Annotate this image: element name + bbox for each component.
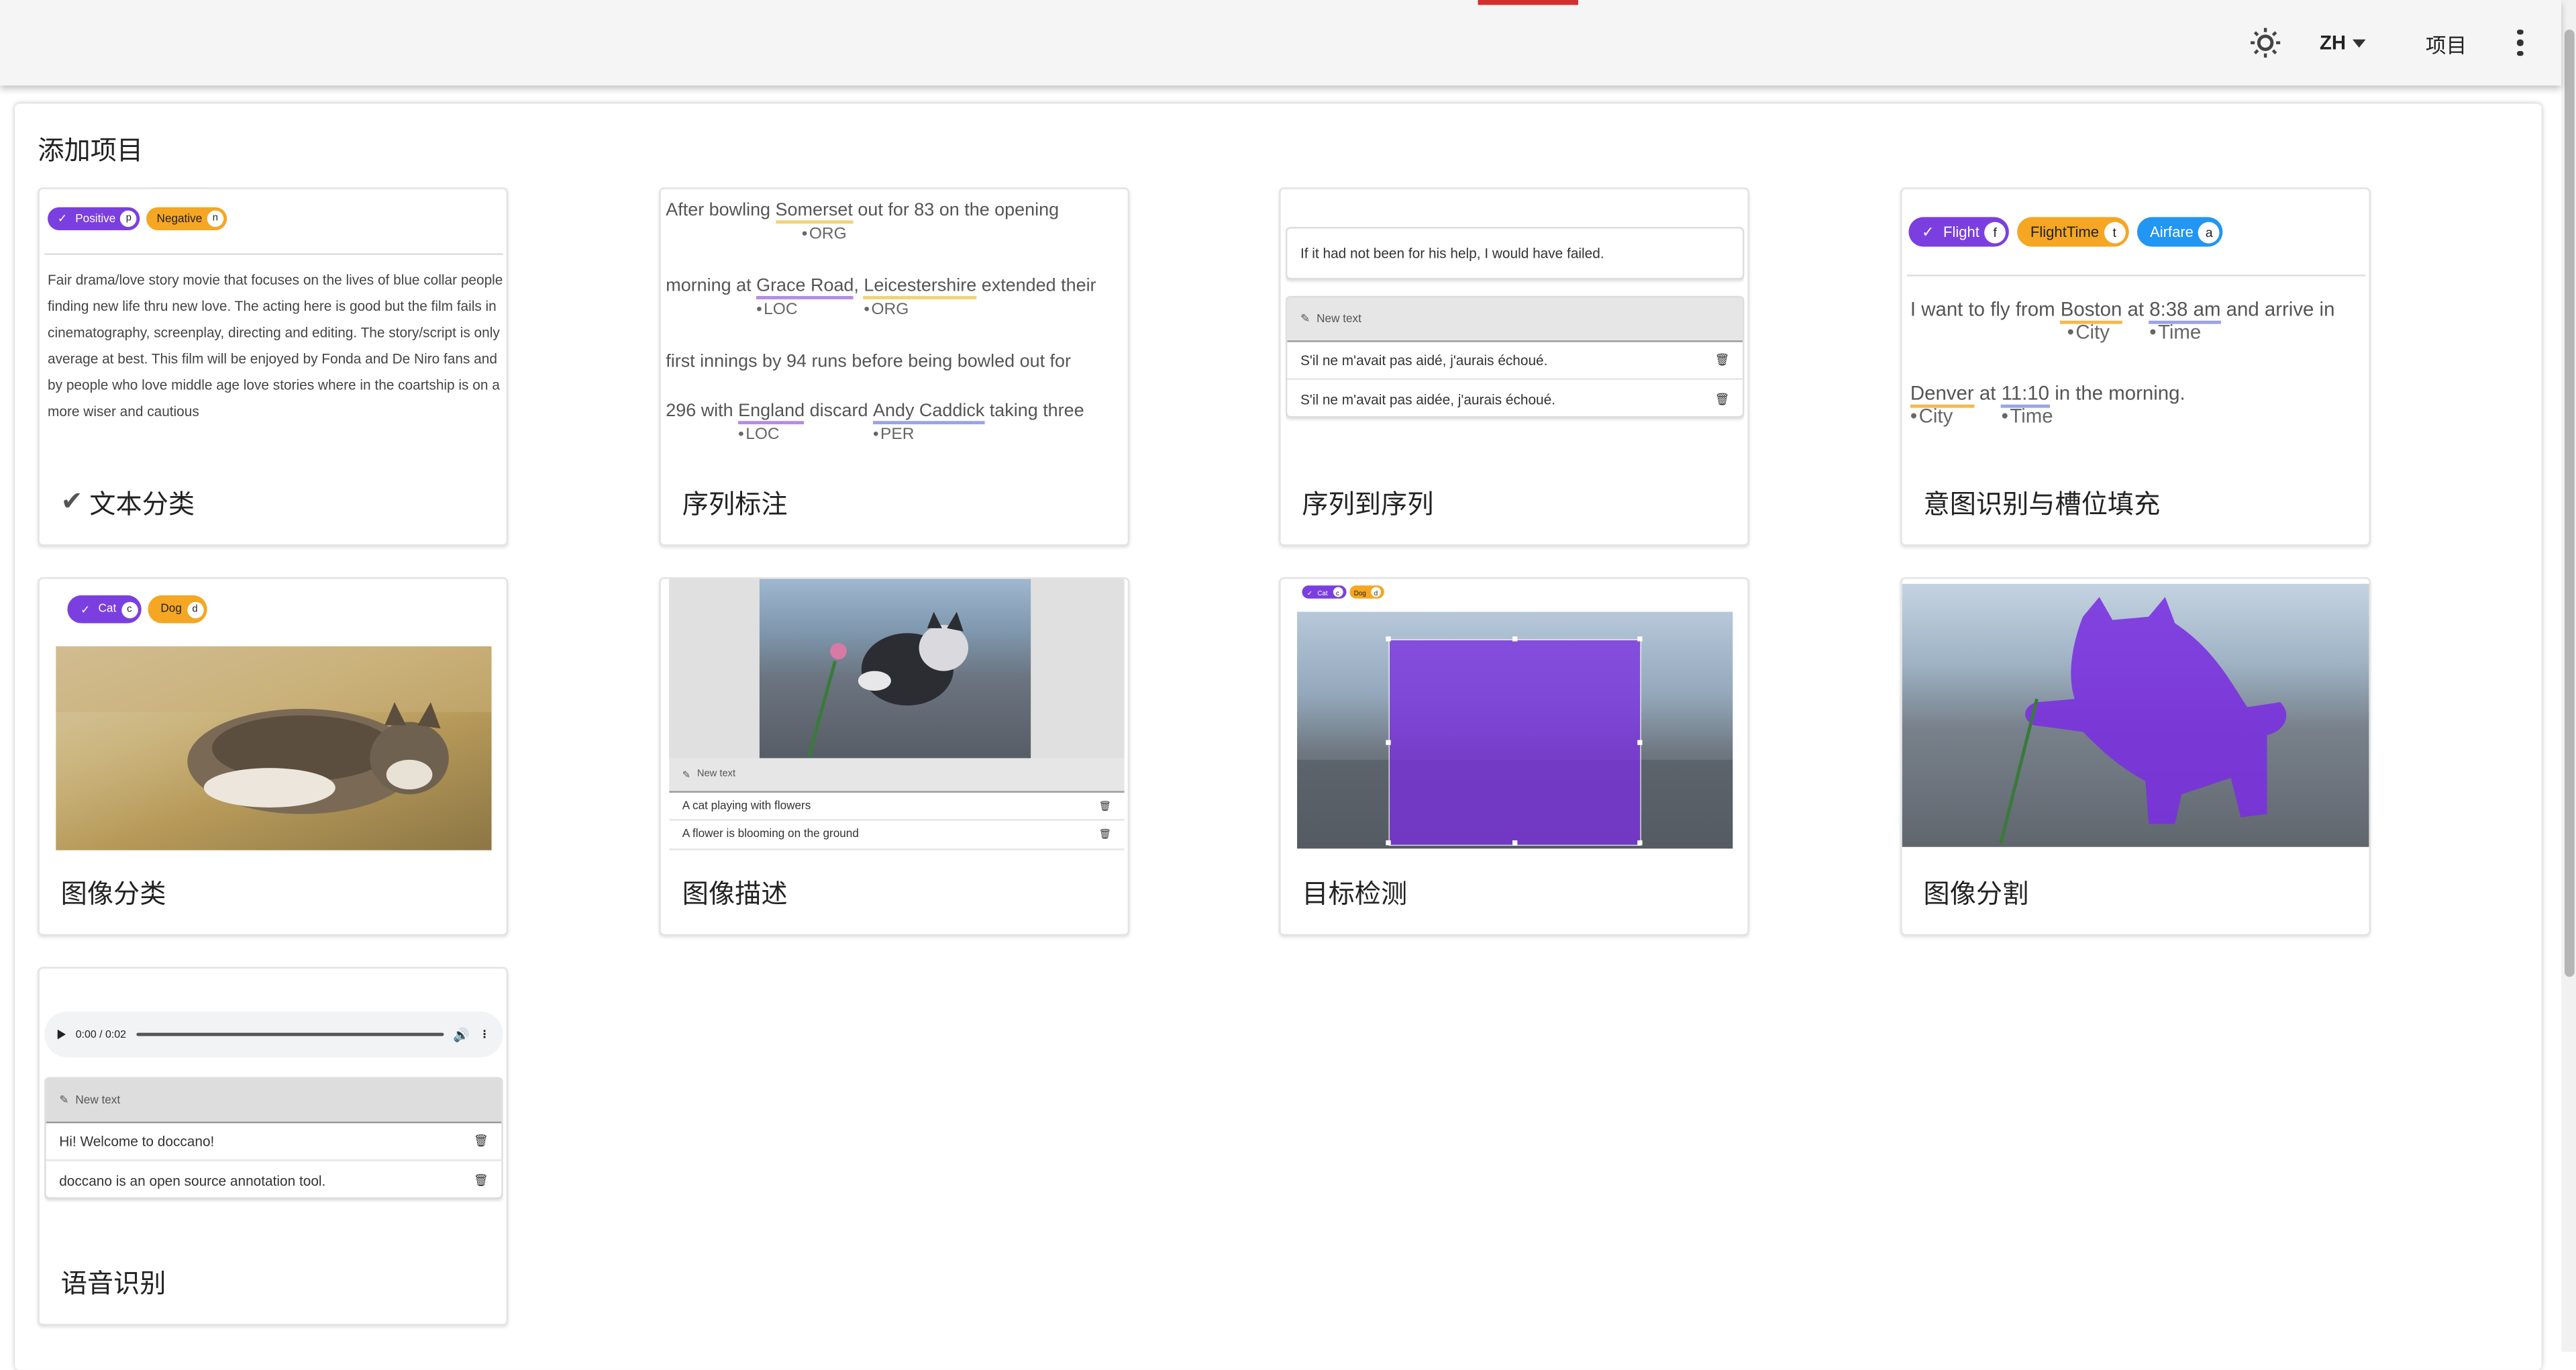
audio-player[interactable]: 0:00 / 0:02 🔊 ⋮ xyxy=(44,1011,503,1058)
project-type-card-image-classification[interactable]: ✓ Cat c Dog d 图像分类 xyxy=(38,577,509,936)
list-item: doccano is an open source annotation too… xyxy=(46,1161,502,1197)
delete-icon[interactable]: 🗑 xyxy=(474,1135,488,1148)
more-vert-icon[interactable]: ⋮ xyxy=(479,1028,490,1041)
pencil-icon: ✎ xyxy=(1300,313,1310,326)
label-chip-dog: Dog d xyxy=(147,595,207,624)
label-chip-cat: ✓ Cat c xyxy=(67,595,142,624)
preview-image-classification: ✓ Cat c Dog d xyxy=(44,579,503,855)
label-chip-positive: ✓ Positive p xyxy=(48,207,141,230)
delete-icon[interactable]: 🗑 xyxy=(1715,354,1730,366)
label-chip-dog: Dog d xyxy=(1349,585,1384,599)
card-label: 意图识别与槽位填充 xyxy=(1923,491,2161,520)
pencil-icon: ✎ xyxy=(59,1095,69,1107)
list-item: A flower is blooming on the ground 🗑 xyxy=(669,821,1125,850)
language-label: ZH xyxy=(2319,31,2347,54)
projects-button[interactable]: 项目 xyxy=(2417,19,2476,66)
preview-image-segmentation xyxy=(1902,579,2369,855)
scrollbar-thumb[interactable] xyxy=(2565,30,2575,977)
list-item: A cat playing with flowers 🗑 xyxy=(669,791,1125,821)
card-label: ✔ 文本分类 xyxy=(61,482,195,522)
kitten-flower-photo xyxy=(759,579,1031,759)
new-text-field[interactable]: ✎ New text xyxy=(1287,297,1743,341)
preview-intent-slot: ✓ Flight f FlightTime t Airfare a I want to… xyxy=(1907,189,2366,466)
caret-down-icon xyxy=(2352,38,2366,47)
project-type-card-image-captioning[interactable]: ✎ New text A cat playing with flowers 🗑 A … xyxy=(659,577,1130,936)
list-item: S'il ne m'avait pas aidé, j'aurais échou… xyxy=(1287,340,1743,380)
active-tab-indicator xyxy=(1478,0,1578,5)
play-icon[interactable] xyxy=(57,1029,66,1040)
list-item: Hi! Welcome to doccano! 🗑 xyxy=(46,1121,502,1161)
card-label: 目标检测 xyxy=(1302,881,1408,910)
card-label: 序列标注 xyxy=(682,491,788,520)
project-type-card-image-segmentation[interactable]: 图像分割 xyxy=(1900,577,2371,936)
card-label: 图像分割 xyxy=(1923,881,2029,910)
more-vert-icon[interactable] xyxy=(2502,19,2538,66)
project-type-card-intent-slot[interactable]: ✓ Flight f FlightTime t Airfare a I want to… xyxy=(1900,187,2371,546)
audio-progress-bar[interactable] xyxy=(136,1032,444,1036)
card-label: 图像分类 xyxy=(60,881,166,910)
sample-review-text: Fair drama/love story movie that focuses… xyxy=(48,271,503,420)
label-chip-cat: ✓ Cat c xyxy=(1302,585,1346,599)
preview-seq2seq: If it had not been for his help, I would… xyxy=(1285,189,1745,466)
delete-icon[interactable]: 🗑 xyxy=(1099,829,1112,840)
page-title: 添加项目 xyxy=(38,138,144,166)
app-bar: ZH 项目 xyxy=(0,0,2562,86)
delete-icon[interactable]: 🗑 xyxy=(1715,392,1730,405)
preview-text-classification: ✓ Positive p Negative n Fair drama/love st… xyxy=(44,189,503,466)
label-chip-flighttime: FlightTime t xyxy=(2017,217,2129,247)
new-text-field[interactable]: ✎ New text xyxy=(669,758,1125,791)
segmented-kitten-photo xyxy=(1902,583,2369,847)
project-type-card-text-classification[interactable]: ✓ Positive p Negative n Fair drama/love st… xyxy=(38,187,509,546)
delete-icon[interactable]: 🗑 xyxy=(1099,800,1112,812)
label-chip-flight: ✓ Flight f xyxy=(1908,217,2010,247)
preview-image-captioning: ✎ New text A cat playing with flowers 🗑 A … xyxy=(666,579,1125,855)
preview-object-detection: ✓ Cat c Dog d xyxy=(1286,579,1745,855)
audio-time: 0:00 / 0:02 xyxy=(75,1028,126,1040)
project-type-card-speech-recognition[interactable]: 0:00 / 0:02 🔊 ⋮ ✎ New text Hi! Welcome to… xyxy=(38,967,509,1326)
pencil-icon: ✎ xyxy=(682,770,691,781)
source-text: If it had not been for his help, I would… xyxy=(1285,227,1745,280)
project-type-card-object-detection[interactable]: ✓ Cat c Dog d 目标检测 xyxy=(1279,577,1749,936)
card-label: 语音识别 xyxy=(60,1271,166,1300)
card-label: 序列到序列 xyxy=(1302,491,1434,520)
theme-toggle-sun-icon[interactable] xyxy=(2246,19,2285,66)
language-menu-button[interactable]: ZH xyxy=(2308,19,2377,66)
preview-speech-recognition: 0:00 / 0:02 🔊 ⋮ ✎ New text Hi! Welcome to… xyxy=(44,969,503,1245)
check-icon: ✔ xyxy=(60,488,83,517)
card-label: 图像描述 xyxy=(682,881,788,910)
list-item: S'il ne m'avait pas aidée, j'aurais écho… xyxy=(1287,380,1743,416)
new-text-field[interactable]: ✎ New text xyxy=(46,1079,502,1122)
preview-sequence-labeling: After bowling SomersetORG out for 83 on … xyxy=(666,189,1125,466)
cat-photo xyxy=(56,646,492,850)
delete-icon[interactable]: 🗑 xyxy=(474,1173,488,1187)
project-type-card-seq2seq[interactable]: If it had not been for his help, I would… xyxy=(1279,187,1749,546)
project-type-card-sequence-labeling[interactable]: After bowling SomersetORG out for 83 on … xyxy=(659,187,1130,546)
label-chip-airfare: Airfare a xyxy=(2136,217,2224,247)
label-chip-negative: Negative n xyxy=(146,207,227,230)
kitten-photo xyxy=(1297,611,1733,849)
volume-icon[interactable]: 🔊 xyxy=(453,1027,469,1042)
